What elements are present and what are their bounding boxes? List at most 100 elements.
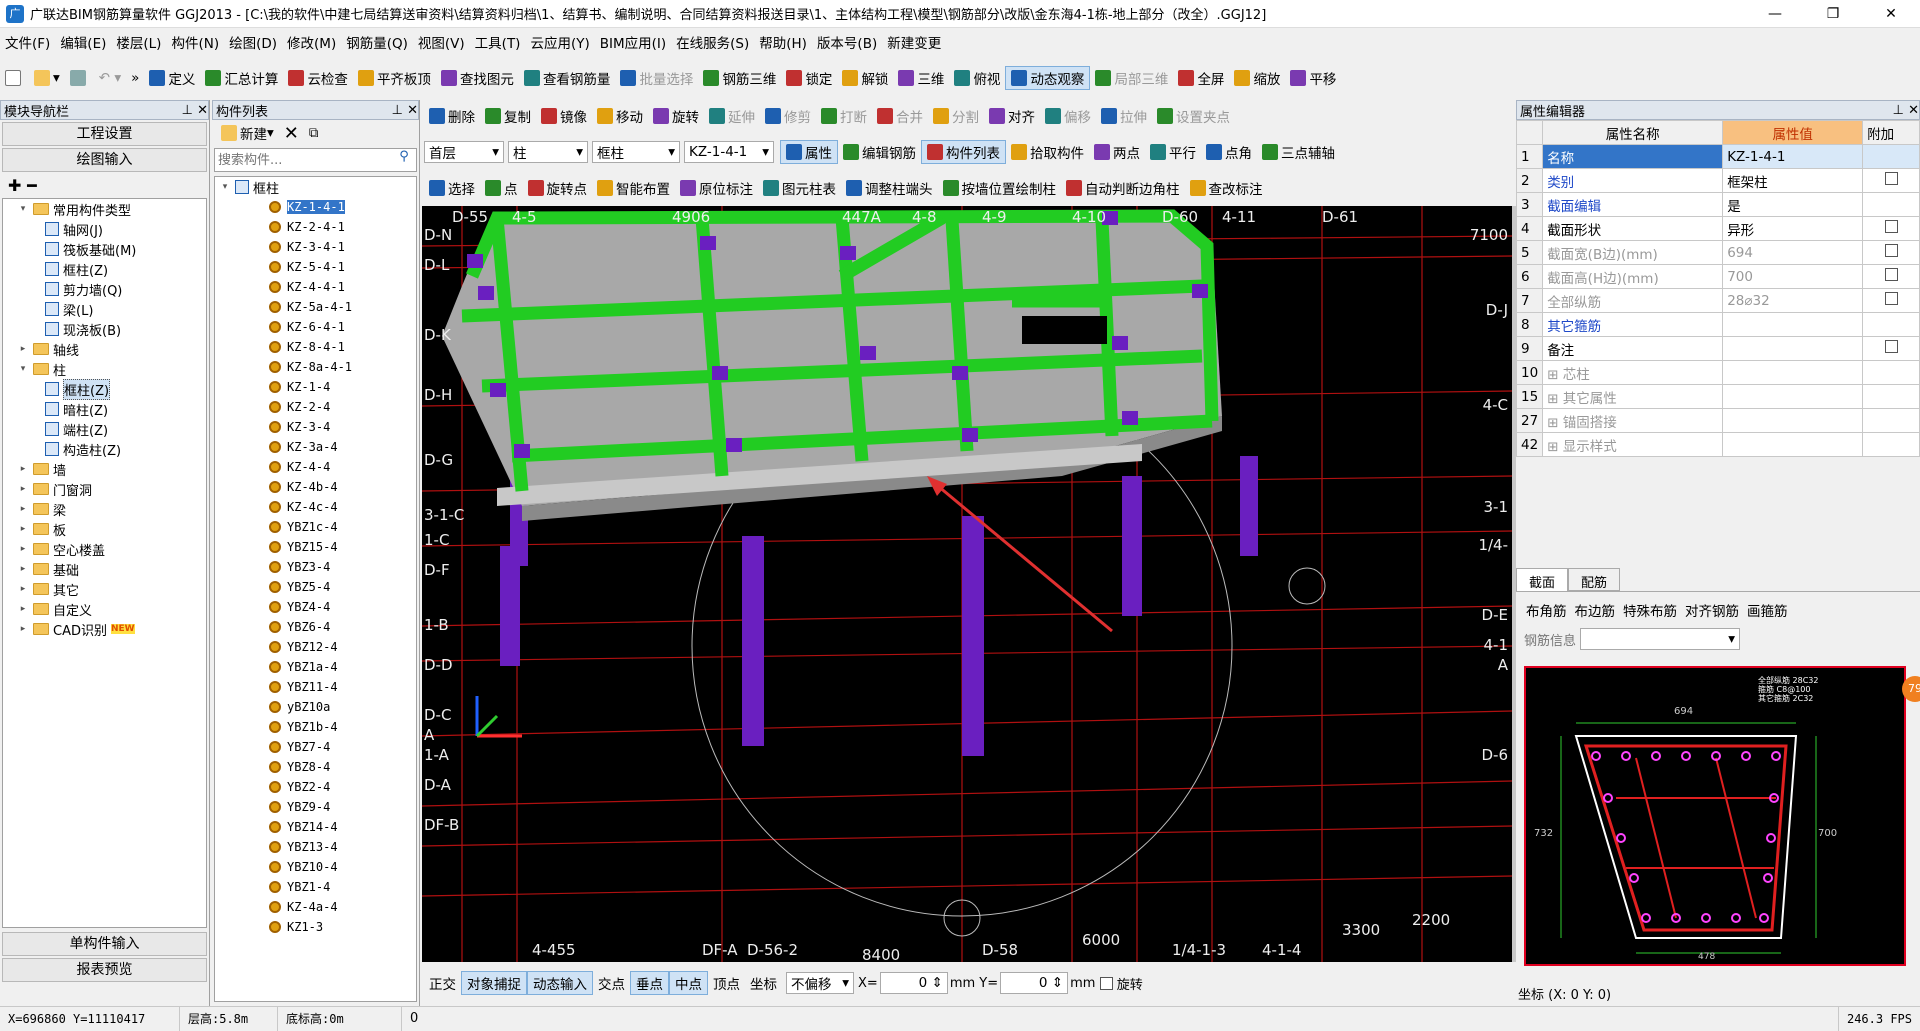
property-value[interactable]: KZ-1-4-1 <box>1722 144 1864 169</box>
rebar-tool-button[interactable]: 特殊布筋 <box>1619 598 1681 622</box>
toolbar-button[interactable]: 云检查 <box>283 66 353 90</box>
toolbar-button[interactable]: 定义 <box>144 66 200 90</box>
component-item[interactable]: YBZ9-4 <box>215 797 416 817</box>
component-item[interactable]: YBZ4-4 <box>215 597 416 617</box>
toolbar-button[interactable]: 调整柱端头 <box>841 176 938 200</box>
component-item[interactable]: KZ-3-4-1 <box>215 237 416 257</box>
component-item[interactable]: KZ1-3 <box>215 917 416 937</box>
expand-icon[interactable]: ▸ <box>17 544 29 554</box>
component-item[interactable]: YBZ1-4 <box>215 877 416 897</box>
component-item[interactable]: KZ-8a-4-1 <box>215 357 416 377</box>
property-value[interactable] <box>1722 384 1864 409</box>
toolbar-button[interactable]: 偏移 <box>1040 104 1096 128</box>
expand-icon[interactable]: ▾ <box>17 204 29 214</box>
toolbar-button[interactable]: 缩放 <box>1229 66 1285 90</box>
property-row[interactable]: 10 ⊞ 芯柱 <box>1515 360 1920 385</box>
nav-tree-item[interactable]: 现浇板(B) <box>3 319 206 339</box>
rebar-tool-button[interactable]: 对齐钢筋 <box>1681 598 1743 622</box>
property-value[interactable]: 694 <box>1722 240 1864 265</box>
nav-tree-item[interactable]: ▸ 门窗洞 <box>3 479 206 499</box>
rebar-tool-button[interactable]: 布边筋 <box>1571 598 1620 622</box>
menu-item[interactable]: BIM应用(I) <box>595 32 671 52</box>
toolbar-button[interactable]: 移动 <box>592 104 648 128</box>
property-value[interactable]: 异形 <box>1722 216 1864 241</box>
component-item[interactable]: YBZ3-4 <box>215 557 416 577</box>
component-item[interactable]: KZ-2-4 <box>215 397 416 417</box>
model-3d-view[interactable] <box>422 206 1512 962</box>
toolbar-button[interactable]: 合并 <box>872 104 928 128</box>
component-item[interactable]: YBZ12-4 <box>215 637 416 657</box>
menu-item[interactable]: 修改(M) <box>282 32 341 52</box>
expand-icon[interactable]: ▸ <box>17 344 29 354</box>
expand-plus-icon[interactable]: ⊞ <box>1547 391 1563 407</box>
expand-all-icon[interactable]: ✚ <box>8 176 21 195</box>
open-file-icon[interactable]: ▾ <box>29 66 65 90</box>
nav-tree-item[interactable]: 框柱(Z) <box>3 259 206 279</box>
toolbar-button[interactable]: 点角 <box>1201 140 1257 164</box>
extra-checkbox[interactable] <box>1884 340 1898 353</box>
expand-icon[interactable]: ▸ <box>17 584 29 594</box>
property-row[interactable]: 4 截面形状 异形 <box>1515 216 1920 241</box>
property-value[interactable] <box>1722 312 1864 337</box>
toolbar-button[interactable]: 三点辅轴 <box>1257 140 1340 164</box>
pin-icon[interactable]: ⊥ ✕ <box>392 103 418 118</box>
menu-item[interactable]: 新建变更 <box>882 32 946 52</box>
expand-icon[interactable]: ▾ <box>17 364 29 374</box>
toolbar-button[interactable]: 查改标注 <box>1185 176 1268 200</box>
expand-icon[interactable]: ▸ <box>17 464 29 474</box>
component-item[interactable]: YBZ14-4 <box>215 817 416 837</box>
component-item[interactable]: YBZ5-4 <box>215 577 416 597</box>
nav-tree-item[interactable]: ▸ 其它 <box>3 579 206 599</box>
component-item[interactable]: KZ-1-4 <box>215 377 416 397</box>
toolbar-button[interactable]: 删除 <box>424 104 480 128</box>
nav-tree-item[interactable]: ▸ 空心楼盖 <box>3 539 206 559</box>
component-item[interactable]: KZ-4-4 <box>215 457 416 477</box>
rebar-tool-button[interactable]: 布角筋 <box>1522 598 1571 622</box>
rebar-info-select[interactable]: ▾ <box>1580 628 1741 650</box>
close-button[interactable]: ✕ <box>1862 0 1920 28</box>
toolbar-button[interactable]: 俯视 <box>949 66 1005 90</box>
component-item[interactable]: YBZ6-4 <box>215 617 416 637</box>
menu-item[interactable]: 楼层(L) <box>111 32 166 52</box>
toolbar-button[interactable]: 拉伸 <box>1096 104 1152 128</box>
toolbar-button[interactable]: 查看钢筋量 <box>519 66 616 90</box>
toolbar-button[interactable]: 智能布置 <box>592 176 675 200</box>
nav-tree-item[interactable]: ▸ CAD识别 NEW <box>3 619 206 639</box>
new-file-icon[interactable] <box>0 66 29 90</box>
y-offset-input[interactable]: 0 ⇕ <box>1000 972 1069 994</box>
search-icon[interactable]: ⚲ <box>392 149 416 171</box>
toolbar-button[interactable]: 图元柱表 <box>758 176 841 200</box>
snap-button[interactable]: 对象捕捉 <box>461 971 527 995</box>
toolbar-button[interactable]: 三维 <box>893 66 949 90</box>
property-row[interactable]: 3 截面编辑 是 <box>1515 192 1920 217</box>
toolbar-button[interactable]: 汇总计算 <box>200 66 283 90</box>
toolbar-button[interactable]: 钢筋三维 <box>698 66 781 90</box>
tab-rebar[interactable]: 配筋 <box>1568 568 1621 591</box>
floor-select[interactable]: 首层 ▾ <box>424 141 504 163</box>
toolbar-button[interactable]: 平行 <box>1145 140 1201 164</box>
component-item[interactable]: YBZ1b-4 <box>215 717 416 737</box>
property-row[interactable]: 2 类别 框架柱 <box>1515 168 1920 193</box>
extra-checkbox[interactable] <box>1884 268 1898 281</box>
expand-icon[interactable]: ▸ <box>17 524 29 534</box>
toolbar-button[interactable]: 修剪 <box>760 104 816 128</box>
snap-button[interactable]: 交点 <box>593 971 630 995</box>
component-item[interactable]: YBZ2-4 <box>215 777 416 797</box>
save-icon[interactable] <box>65 66 94 90</box>
orbit-handle-right[interactable] <box>1288 567 1326 605</box>
model-viewport[interactable]: D-55 4-5 4906 447A 4-8 4-9 4-10 D-60 4-11 D-61 D-N… <box>422 206 1512 962</box>
toolbar-button[interactable]: 平移 <box>1285 66 1341 90</box>
nav-tree-item[interactable]: ▸ 梁 <box>3 499 206 519</box>
rotate-checkbox[interactable] <box>1099 976 1113 990</box>
menu-item[interactable]: 视图(V) <box>413 32 470 52</box>
toolbar-button[interactable]: 平齐板顶 <box>353 66 436 90</box>
search-input[interactable] <box>215 149 392 171</box>
component-item[interactable]: KZ-1-4-1 <box>215 197 416 217</box>
toolbar-button[interactable]: 两点 <box>1089 140 1145 164</box>
expand-icon[interactable]: ▸ <box>17 564 29 574</box>
nav-tree-item[interactable]: 构造柱(Z) <box>3 439 206 459</box>
toolbar-button[interactable]: 局部三维 <box>1090 66 1173 90</box>
nav-tree-item[interactable]: 暗柱(Z) <box>3 399 206 419</box>
menu-item[interactable]: 云应用(Y) <box>525 32 594 52</box>
expand-icon[interactable]: ▸ <box>17 484 29 494</box>
